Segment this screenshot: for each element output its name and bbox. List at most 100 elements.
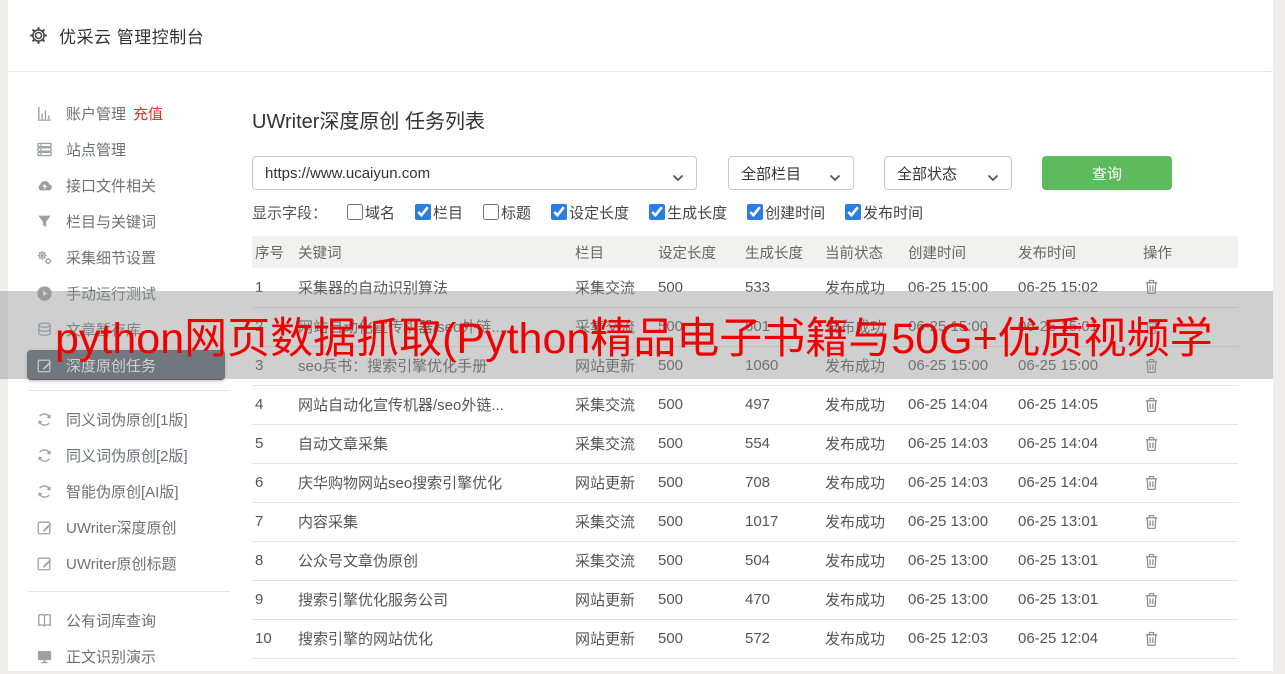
delete-button[interactable] — [1143, 552, 1160, 570]
field-checkbox[interactable] — [415, 204, 431, 220]
delete-button[interactable] — [1143, 474, 1160, 492]
table-row: 4网站自动化宣传机器/seo外链...采集交流500497发布成功06-25 1… — [252, 385, 1238, 424]
sidebar-item[interactable]: 采集细节设置 — [8, 239, 250, 275]
sidebar-item-label: 正文识别演示 — [66, 646, 156, 667]
sidebar-item[interactable]: 账户管理充值 — [8, 95, 250, 131]
field-checkbox[interactable] — [649, 204, 665, 220]
status-filter-select[interactable]: 全部状态 — [884, 156, 1012, 190]
status-cell: 发布成功 — [822, 580, 905, 619]
created-time-cell: 06-25 13:00 — [905, 580, 1015, 619]
sidebar-item-label: 栏目与关键词 — [66, 211, 156, 232]
gen-length-cell: 497 — [742, 385, 822, 424]
set-length-cell: 500 — [655, 385, 742, 424]
field-checkbox-label: 栏目 — [433, 202, 463, 223]
sidebar-item[interactable]: UWriter深度原创 — [8, 509, 250, 545]
sidebar-item-label: UWriter原创标题 — [66, 553, 177, 574]
delete-button[interactable] — [1143, 630, 1160, 648]
field-checkbox-label: 设定长度 — [569, 202, 629, 223]
gen-length-cell: 554 — [742, 424, 822, 463]
sidebar-item[interactable]: UWriter原创标题 — [8, 545, 250, 581]
sidebar-item[interactable]: 栏目与关键词 — [8, 203, 250, 239]
status-cell: 发布成功 — [822, 424, 905, 463]
column-header: 生成长度 — [742, 236, 822, 268]
column-cell: 采集交流 — [572, 385, 655, 424]
edit-icon — [36, 555, 53, 572]
field-checkbox[interactable] — [845, 204, 861, 220]
keyword-cell: 庆华购物网站seo搜索引擎优化 — [295, 463, 572, 502]
row-index: 7 — [252, 502, 295, 541]
edit-icon — [36, 519, 53, 536]
recharge-badge[interactable]: 充值 — [133, 103, 163, 124]
field-checkbox-item[interactable]: 创建时间 — [747, 202, 825, 223]
column-header: 序号 — [252, 236, 295, 268]
sidebar-divider — [28, 591, 230, 592]
sidebar-item-label: 采集细节设置 — [66, 247, 156, 268]
sidebar-item[interactable]: 同义词伪原创[2版] — [8, 437, 250, 473]
created-time-cell: 06-25 14:03 — [905, 463, 1015, 502]
delete-button[interactable] — [1143, 435, 1160, 453]
set-length-cell: 500 — [655, 580, 742, 619]
field-checkbox-item[interactable]: 设定长度 — [551, 202, 629, 223]
field-checkbox[interactable] — [347, 204, 363, 220]
column-header: 创建时间 — [905, 236, 1015, 268]
delete-button[interactable] — [1143, 591, 1160, 609]
field-checkbox[interactable] — [551, 204, 567, 220]
trash-icon — [1143, 513, 1160, 531]
column-header: 发布时间 — [1015, 236, 1140, 268]
sidebar-item[interactable]: 同义词伪原创[1版] — [8, 401, 250, 437]
field-checkbox-item[interactable]: 发布时间 — [845, 202, 923, 223]
gears-icon — [36, 249, 53, 266]
sidebar-item[interactable]: 站点管理 — [8, 131, 250, 167]
column-filter-select[interactable]: 全部栏目 — [728, 156, 854, 190]
set-length-cell: 500 — [655, 502, 742, 541]
sidebar-item[interactable]: 接口文件相关 — [8, 167, 250, 203]
gen-length-cell: 708 — [742, 463, 822, 502]
sidebar-item-label: 公有词库查询 — [66, 610, 156, 631]
field-checkbox[interactable] — [483, 204, 499, 220]
table-row: 5自动文章采集采集交流500554发布成功06-25 14:0306-25 14… — [252, 424, 1238, 463]
field-checkbox-label: 域名 — [365, 202, 395, 223]
bar-chart-icon — [36, 105, 53, 122]
site-select[interactable]: https://www.ucaiyun.com — [252, 156, 697, 190]
top-header: 优采云 管理控制台 — [8, 0, 1273, 72]
delete-button[interactable] — [1143, 513, 1160, 531]
actions-cell — [1140, 502, 1238, 541]
created-time-cell: 06-25 14:03 — [905, 424, 1015, 463]
gen-length-cell: 1017 — [742, 502, 822, 541]
gen-length-cell: 470 — [742, 580, 822, 619]
trash-icon — [1143, 474, 1160, 492]
status-cell: 发布成功 — [822, 619, 905, 658]
published-time-cell: 06-25 13:01 — [1015, 580, 1140, 619]
column-cell: 采集交流 — [572, 541, 655, 580]
set-length-cell: 500 — [655, 619, 742, 658]
field-checkbox-item[interactable]: 域名 — [347, 202, 395, 223]
field-checkbox-item[interactable]: 标题 — [483, 202, 531, 223]
sidebar-item[interactable]: 智能伪原创[AI版] — [8, 473, 250, 509]
published-time-cell: 06-25 14:04 — [1015, 424, 1140, 463]
column-header: 栏目 — [572, 236, 655, 268]
status-filter-value: 全部状态 — [897, 163, 957, 184]
field-checkbox-item[interactable]: 生成长度 — [649, 202, 727, 223]
sidebar-item[interactable]: 公有词库查询 — [8, 602, 250, 638]
row-index: 9 — [252, 580, 295, 619]
created-time-cell: 06-25 13:00 — [905, 502, 1015, 541]
trash-icon — [1143, 591, 1160, 609]
query-button[interactable]: 查询 — [1042, 156, 1172, 190]
field-checkbox-item[interactable]: 栏目 — [415, 202, 463, 223]
table-row: 10搜索引擎的网站优化网站更新500572发布成功06-25 12:0306-2… — [252, 619, 1238, 658]
delete-button[interactable] — [1143, 396, 1160, 414]
status-cell: 发布成功 — [822, 385, 905, 424]
keyword-cell: 搜索引擎的网站优化 — [295, 619, 572, 658]
chevron-down-icon — [987, 169, 999, 177]
trash-icon — [1143, 435, 1160, 453]
actions-cell — [1140, 619, 1238, 658]
field-checkbox[interactable] — [747, 204, 763, 220]
field-checkbox-label: 生成长度 — [667, 202, 727, 223]
sidebar-item-label: UWriter深度原创 — [66, 517, 177, 538]
refresh-icon — [36, 411, 53, 428]
sidebar-item[interactable]: 正文识别演示 — [8, 638, 250, 674]
table-header: 序号关键词栏目设定长度生成长度当前状态创建时间发布时间操作 — [252, 236, 1238, 268]
watermark-text: python网页数据抓取(Python精品电子书籍与50G+优质视频学 — [55, 304, 1213, 366]
sidebar-item-label: 同义词伪原创[2版] — [66, 445, 188, 466]
actions-cell — [1140, 463, 1238, 502]
